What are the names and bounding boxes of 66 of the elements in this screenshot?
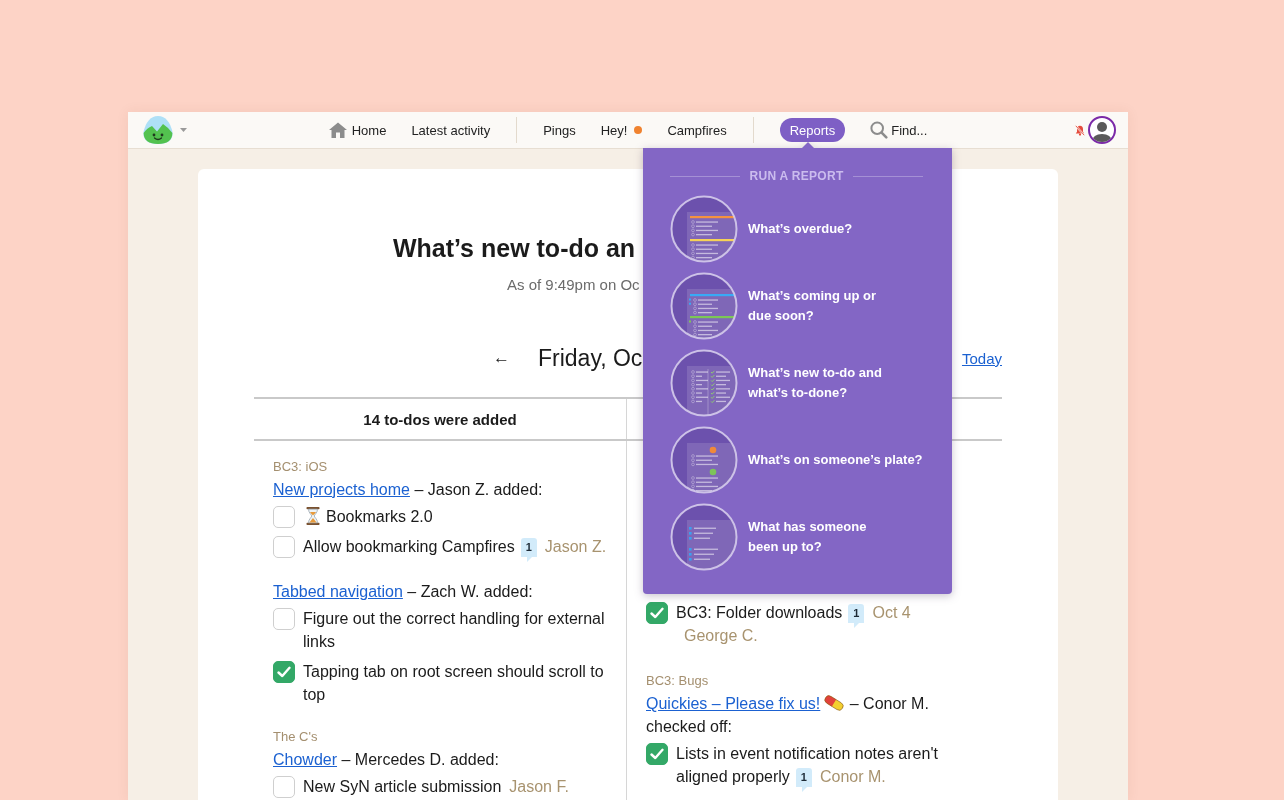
report-thumbnail-icon (670, 195, 738, 263)
nav-link[interactable]: Campfires (667, 118, 727, 142)
column-heading: 14 to-dos were added (363, 410, 517, 428)
nav-link[interactable]: Pings (543, 118, 576, 142)
comment-count: 1 (848, 604, 865, 628)
caret-icon (180, 128, 187, 132)
avatar[interactable] (1088, 116, 1116, 144)
checkbox[interactable] (273, 775, 295, 798)
report-menu-item[interactable]: What’s new to-do and what’s to-done? (670, 349, 882, 417)
nav-link[interactable]: Latest activity (411, 118, 491, 142)
logo-menu-button[interactable] (141, 115, 187, 145)
date-heading: Friday, Oc (538, 344, 643, 373)
house-icon (328, 122, 347, 138)
report-title: What’s new to-do an (393, 233, 636, 264)
list-update-line: Tabbed navigation – Zach W. added: (273, 582, 534, 602)
report-menu-item[interactable]: What’s overdue? (670, 195, 853, 263)
mountain-face-logo-icon (141, 115, 175, 145)
project-name: BC3: iOS (273, 458, 328, 476)
todo-item: Tapping tab on root screen should scroll to top (303, 662, 605, 705)
todo-item: Bookmarks 2.0 (303, 505, 612, 528)
home-link[interactable]: Home (328, 118, 387, 142)
report-menu-item[interactable]: What’s coming up or due soon? (670, 272, 877, 340)
checkbox[interactable] (273, 505, 295, 528)
checkmark-icon (277, 665, 291, 678)
today-link[interactable]: Today (961, 349, 1002, 367)
nav-link[interactable]: Hey! (600, 118, 643, 142)
checkmark-icon (650, 747, 664, 760)
previous-day-button[interactable]: ← (493, 348, 510, 368)
checkbox[interactable] (273, 535, 295, 558)
checkbox[interactable] (646, 601, 668, 624)
pill-icon (823, 695, 846, 711)
checkbox[interactable] (273, 660, 295, 683)
list-update-line: New projects home – Jason Z. added: (273, 480, 544, 500)
list-update-line: Chowder – Mercedes D. added: (273, 750, 500, 770)
search-button[interactable]: Find... (870, 118, 928, 142)
checkbox[interactable] (646, 742, 668, 765)
list-update-line: Quickies – Please fix us! – Conor M. checked off: (646, 694, 930, 737)
project-name: BC3: Bugs (646, 672, 709, 690)
todo-list-link[interactable]: Tabbed navigation (273, 583, 403, 600)
report-thumbnail-icon (670, 272, 738, 340)
project-name: The C's (273, 728, 318, 746)
menu-heading: RUN A REPORT (749, 168, 844, 184)
report-thumbnail-icon (670, 349, 738, 417)
todo-list-link[interactable]: Chowder (273, 751, 338, 768)
todo-item: BC3: Folder downloads 1 Oct 4 George C. (676, 601, 988, 647)
comment-count: 1 (795, 768, 812, 792)
todo-list-link[interactable]: Quickies – Please fix us! (646, 695, 846, 712)
person-name: Jason Z. (544, 537, 607, 557)
person-name: Jason F. (509, 777, 569, 797)
todo-item: Figure out the correct handling for external links (303, 609, 606, 652)
report-menu-item[interactable]: What’s on someone’s plate? (670, 426, 923, 494)
checkmark-icon (650, 606, 664, 619)
comment-count: 1 (520, 538, 537, 562)
todo-item: New SyN article submission Jason F. (303, 775, 612, 798)
report-timestamp: As of 9:49pm on Oc (507, 275, 640, 295)
hourglass-icon (306, 507, 320, 525)
due-date: Oct 4 (872, 603, 911, 623)
checkbox[interactable] (273, 607, 295, 630)
nav-link[interactable]: Reports (779, 118, 846, 142)
person-name: Conor M. (820, 767, 886, 787)
report-menu-item[interactable]: What has someone been up to? (670, 503, 867, 571)
todo-list-link[interactable]: New projects home (273, 481, 410, 498)
person-name: George C. (684, 626, 758, 646)
search-icon (870, 121, 889, 139)
report-thumbnail-icon (670, 503, 738, 571)
report-thumbnail-icon (670, 426, 738, 494)
